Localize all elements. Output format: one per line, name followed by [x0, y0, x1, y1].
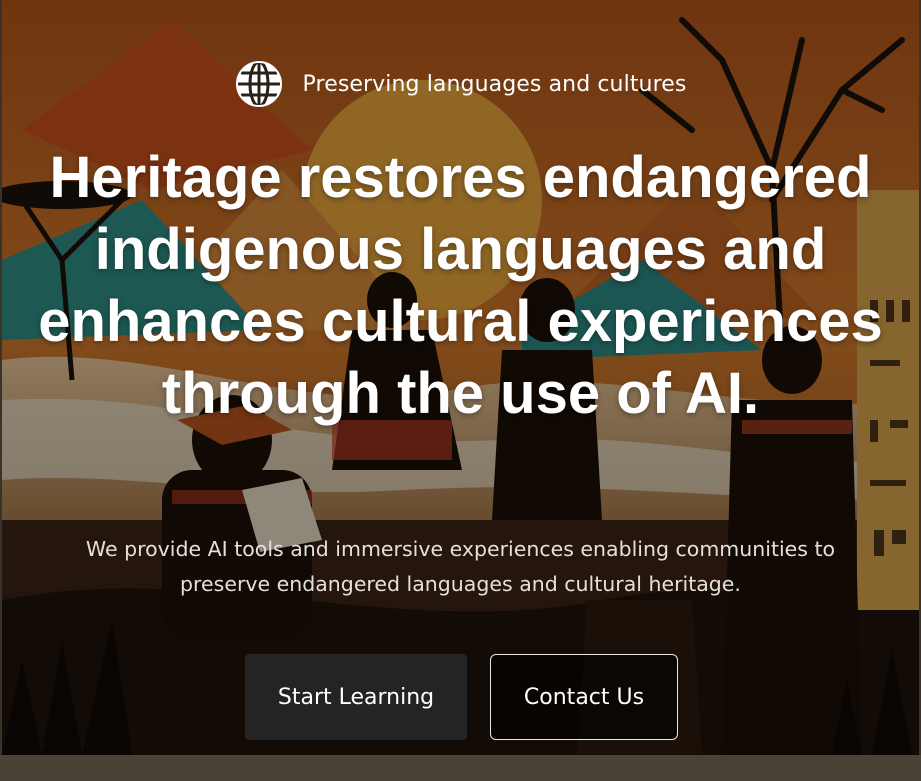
hero-subtext: We provide AI tools and immersive experi… — [85, 537, 836, 596]
hero-tagline: Preserving languages and cultures — [2, 60, 919, 108]
hero-headline: Heritage restores endangered indigenous … — [38, 145, 883, 426]
contact-us-button[interactable]: Contact Us — [490, 654, 678, 740]
tagline-text: Preserving languages and cultures — [302, 71, 687, 97]
globe-icon — [235, 60, 282, 108]
start-learning-button[interactable]: Start Learning — [245, 654, 467, 740]
page-bottom-edge — [0, 755, 921, 781]
hero-content: Preserving languages and cultures Herita… — [2, 0, 919, 755]
hero-section: Preserving languages and cultures Herita… — [2, 0, 919, 755]
